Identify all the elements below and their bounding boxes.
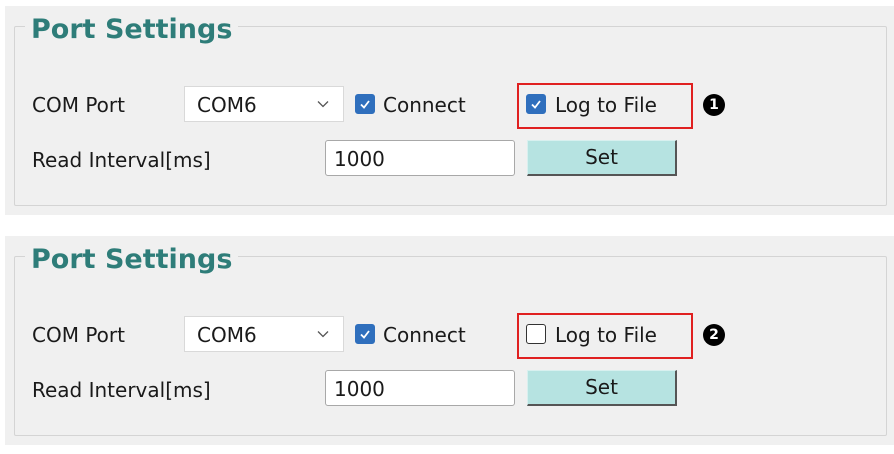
step-badge: 1 (703, 94, 725, 116)
read-interval-label: Read Interval[ms] (32, 148, 211, 172)
com-port-label: COM Port (32, 93, 125, 117)
checkmark-icon (360, 330, 370, 339)
log-to-file-checkbox[interactable] (526, 94, 546, 114)
set-button[interactable]: Set (527, 370, 677, 406)
port-settings-panel-1: Port Settings COM Port COM6 Connect Log … (5, 6, 894, 215)
read-interval-input[interactable]: 1000 (325, 140, 515, 176)
set-button[interactable]: Set (527, 140, 677, 176)
chevron-down-icon (317, 331, 329, 338)
com-port-combobox[interactable]: COM6 (184, 86, 344, 122)
com-port-value: COM6 (197, 323, 257, 347)
read-interval-label: Read Interval[ms] (32, 378, 211, 402)
group-title: Port Settings (25, 12, 239, 48)
read-interval-input[interactable]: 1000 (325, 370, 515, 406)
read-interval-value: 1000 (334, 377, 385, 401)
group-title: Port Settings (25, 242, 239, 278)
connect-checkbox[interactable] (355, 94, 375, 114)
read-interval-value: 1000 (334, 147, 385, 171)
log-to-file-label: Log to File (555, 323, 657, 347)
step-badge: 2 (703, 324, 725, 346)
com-port-combobox[interactable]: COM6 (184, 316, 344, 352)
port-settings-panel-2: Port Settings COM Port COM6 Connect Log … (5, 236, 894, 445)
com-port-value: COM6 (197, 93, 257, 117)
checkmark-icon (360, 100, 370, 109)
com-port-label: COM Port (32, 323, 125, 347)
checkmark-icon (531, 100, 541, 109)
log-to-file-label: Log to File (555, 93, 657, 117)
connect-checkbox[interactable] (355, 324, 375, 344)
connect-label: Connect (383, 93, 466, 117)
chevron-down-icon (317, 101, 329, 108)
connect-label: Connect (383, 323, 466, 347)
log-to-file-checkbox[interactable] (526, 324, 546, 344)
